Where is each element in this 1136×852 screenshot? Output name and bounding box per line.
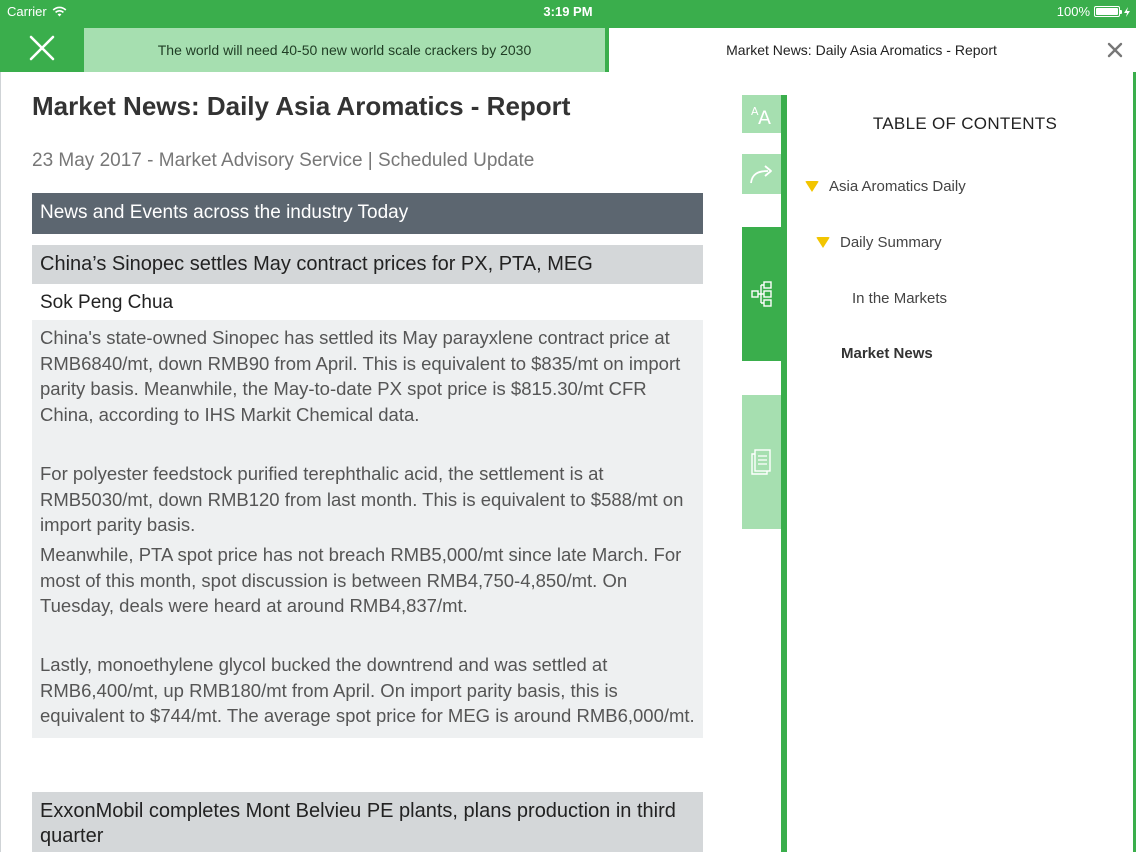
toc-item-in-the-markets[interactable]: In the Markets: [852, 290, 947, 307]
table-of-contents-button[interactable]: [742, 227, 782, 361]
notes-button[interactable]: [742, 395, 782, 529]
toc-item-daily-summary[interactable]: Daily Summary: [816, 234, 942, 251]
close-reader-button[interactable]: [0, 24, 84, 72]
svg-text:A: A: [758, 107, 771, 126]
toc-item-label: Daily Summary: [840, 234, 942, 251]
font-size-button[interactable]: A A: [742, 95, 782, 133]
story-paragraph: China's state-owned Sinopec has settled …: [40, 327, 681, 426]
battery-percent: 100%: [1056, 4, 1090, 19]
story-paragraph: Lastly, monoethylene glycol bucked the d…: [40, 654, 695, 727]
article-title: Market News: Daily Asia Aromatics - Repo…: [32, 91, 571, 121]
story-title: ExxonMobil completes Mont Belvieu PE pla…: [32, 792, 703, 852]
story-paragraph: For polyester feedstock purified terepht…: [40, 462, 684, 536]
tab-crackers-label: The world will need 40-50 new world scal…: [157, 42, 532, 58]
story-paragraph: Meanwhile, PTA spot price has not breach…: [40, 543, 682, 617]
toc-item-label: In the Markets: [852, 290, 948, 307]
status-bar: Carrier 3:19 PM 100%: [0, 0, 1136, 24]
toc-item-label: Asia Aromatics Daily: [829, 178, 966, 195]
section-header: News and Events across the industry Toda…: [32, 193, 703, 234]
tab-market-news[interactable]: Market News: Daily Asia Aromatics - Repo…: [609, 28, 1136, 72]
share-icon: [750, 165, 772, 184]
expanded-marker-icon: [805, 181, 819, 192]
story-body: China's state-owned Sinopec has settled …: [32, 320, 703, 739]
story-exxonmobil: ExxonMobil completes Mont Belvieu PE pla…: [32, 792, 703, 852]
notes-icon: [751, 449, 771, 475]
tool-column: A A: [742, 72, 786, 852]
tab-close-icon[interactable]: [1106, 41, 1124, 59]
expanded-marker-icon: [816, 237, 830, 248]
tab-bar: The world will need 40-50 new world scal…: [0, 24, 1136, 72]
status-time: 3:19 PM: [543, 4, 593, 19]
battery-fill: [1096, 8, 1118, 15]
battery-indicator: 100%: [1057, 4, 1130, 19]
tab-market-news-label: Market News: Daily Asia Aromatics - Repo…: [726, 42, 997, 58]
battery-icon: [1094, 6, 1122, 17]
close-icon: [29, 35, 55, 61]
toc-item-market-news[interactable]: Market News: [841, 345, 933, 362]
article-subtitle: 23 May 2017 - Market Advisory Service | …: [32, 150, 535, 171]
table-of-contents-icon: [751, 281, 772, 307]
font-size-icon: A A: [751, 105, 771, 126]
tab-crackers-article[interactable]: The world will need 40-50 new world scal…: [84, 28, 605, 72]
story-sinopec: China’s Sinopec settles May contract pri…: [32, 245, 703, 739]
story-author: Sok Peng Chua: [32, 284, 703, 320]
article-pane[interactable]: Market News: Daily Asia Aromatics - Repo…: [0, 72, 728, 852]
toc-item-asia-aromatics-daily[interactable]: Asia Aromatics Daily: [805, 178, 966, 195]
story-title: China’s Sinopec settles May contract pri…: [32, 245, 703, 284]
charging-bolt-icon: [1124, 6, 1130, 17]
table-of-contents: TABLE OF CONTENTS Asia Aromatics Daily D…: [787, 72, 1136, 852]
toc-item-label: Market News: [841, 345, 933, 362]
toc-heading: TABLE OF CONTENTS: [872, 114, 1058, 133]
share-button[interactable]: [742, 154, 782, 194]
